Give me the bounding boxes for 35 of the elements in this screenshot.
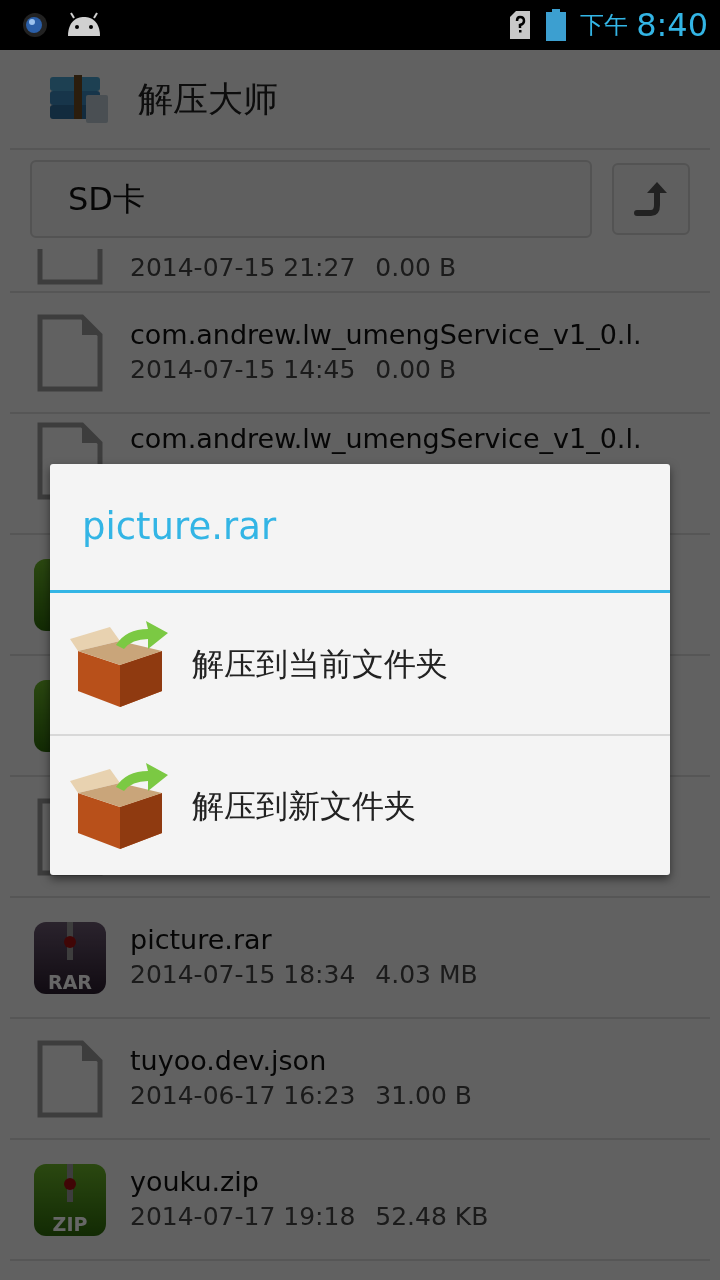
- app-title: 解压大师: [138, 77, 278, 121]
- zipper-icon: [63, 1163, 77, 1202]
- books-icon: [48, 73, 110, 125]
- clock-period: 下午: [580, 10, 629, 41]
- box-arrow-icon: [70, 760, 170, 851]
- extract-option[interactable]: 解压到新文件夹: [50, 734, 670, 875]
- file-name: youku.zip: [130, 1165, 260, 1199]
- file-date: 2014-07-15 18:34: [130, 959, 356, 989]
- file-type-label: RAR: [48, 972, 92, 992]
- file-size: 52.48 KB: [375, 1201, 489, 1231]
- clock-time: 8:40: [636, 5, 708, 46]
- camera-lens-icon: [22, 12, 48, 38]
- dialog-title: picture.rar: [50, 464, 670, 593]
- box-arrow-icon: [70, 618, 170, 709]
- file-name: picture.rar: [130, 923, 273, 957]
- file-size: 4.03 MB: [375, 959, 478, 989]
- file-type-label: ZIP: [52, 1214, 88, 1234]
- file-size: 0.00 B: [375, 253, 457, 282]
- battery-icon: [546, 9, 567, 41]
- up-button[interactable]: [612, 162, 690, 235]
- file-size: 31.00 B: [375, 1080, 472, 1110]
- file-size: 0.00 B: [375, 354, 457, 384]
- android-head-icon: [66, 12, 102, 38]
- file-date: 2014-06-17 16:23: [130, 1080, 356, 1110]
- extract-option[interactable]: 解压到当前文件夹: [50, 593, 670, 734]
- file-name: com.andrew.lw_umengService_v1_0.l.: [130, 318, 642, 352]
- file-date: 2014-07-17 19:18: [130, 1201, 356, 1231]
- file-icon: [37, 1039, 103, 1118]
- file-name: com.andrew.lw_umengService_v1_0.l.: [130, 422, 642, 456]
- zipper-icon: [63, 921, 77, 960]
- file-date: 2014-07-15 14:45: [130, 354, 356, 384]
- file-name: tuyoo.dev.json: [130, 1044, 328, 1078]
- file-icon: [37, 313, 103, 392]
- sim-unknown-icon: [510, 11, 531, 39]
- file-date: 2014-07-15 21:27: [130, 253, 356, 282]
